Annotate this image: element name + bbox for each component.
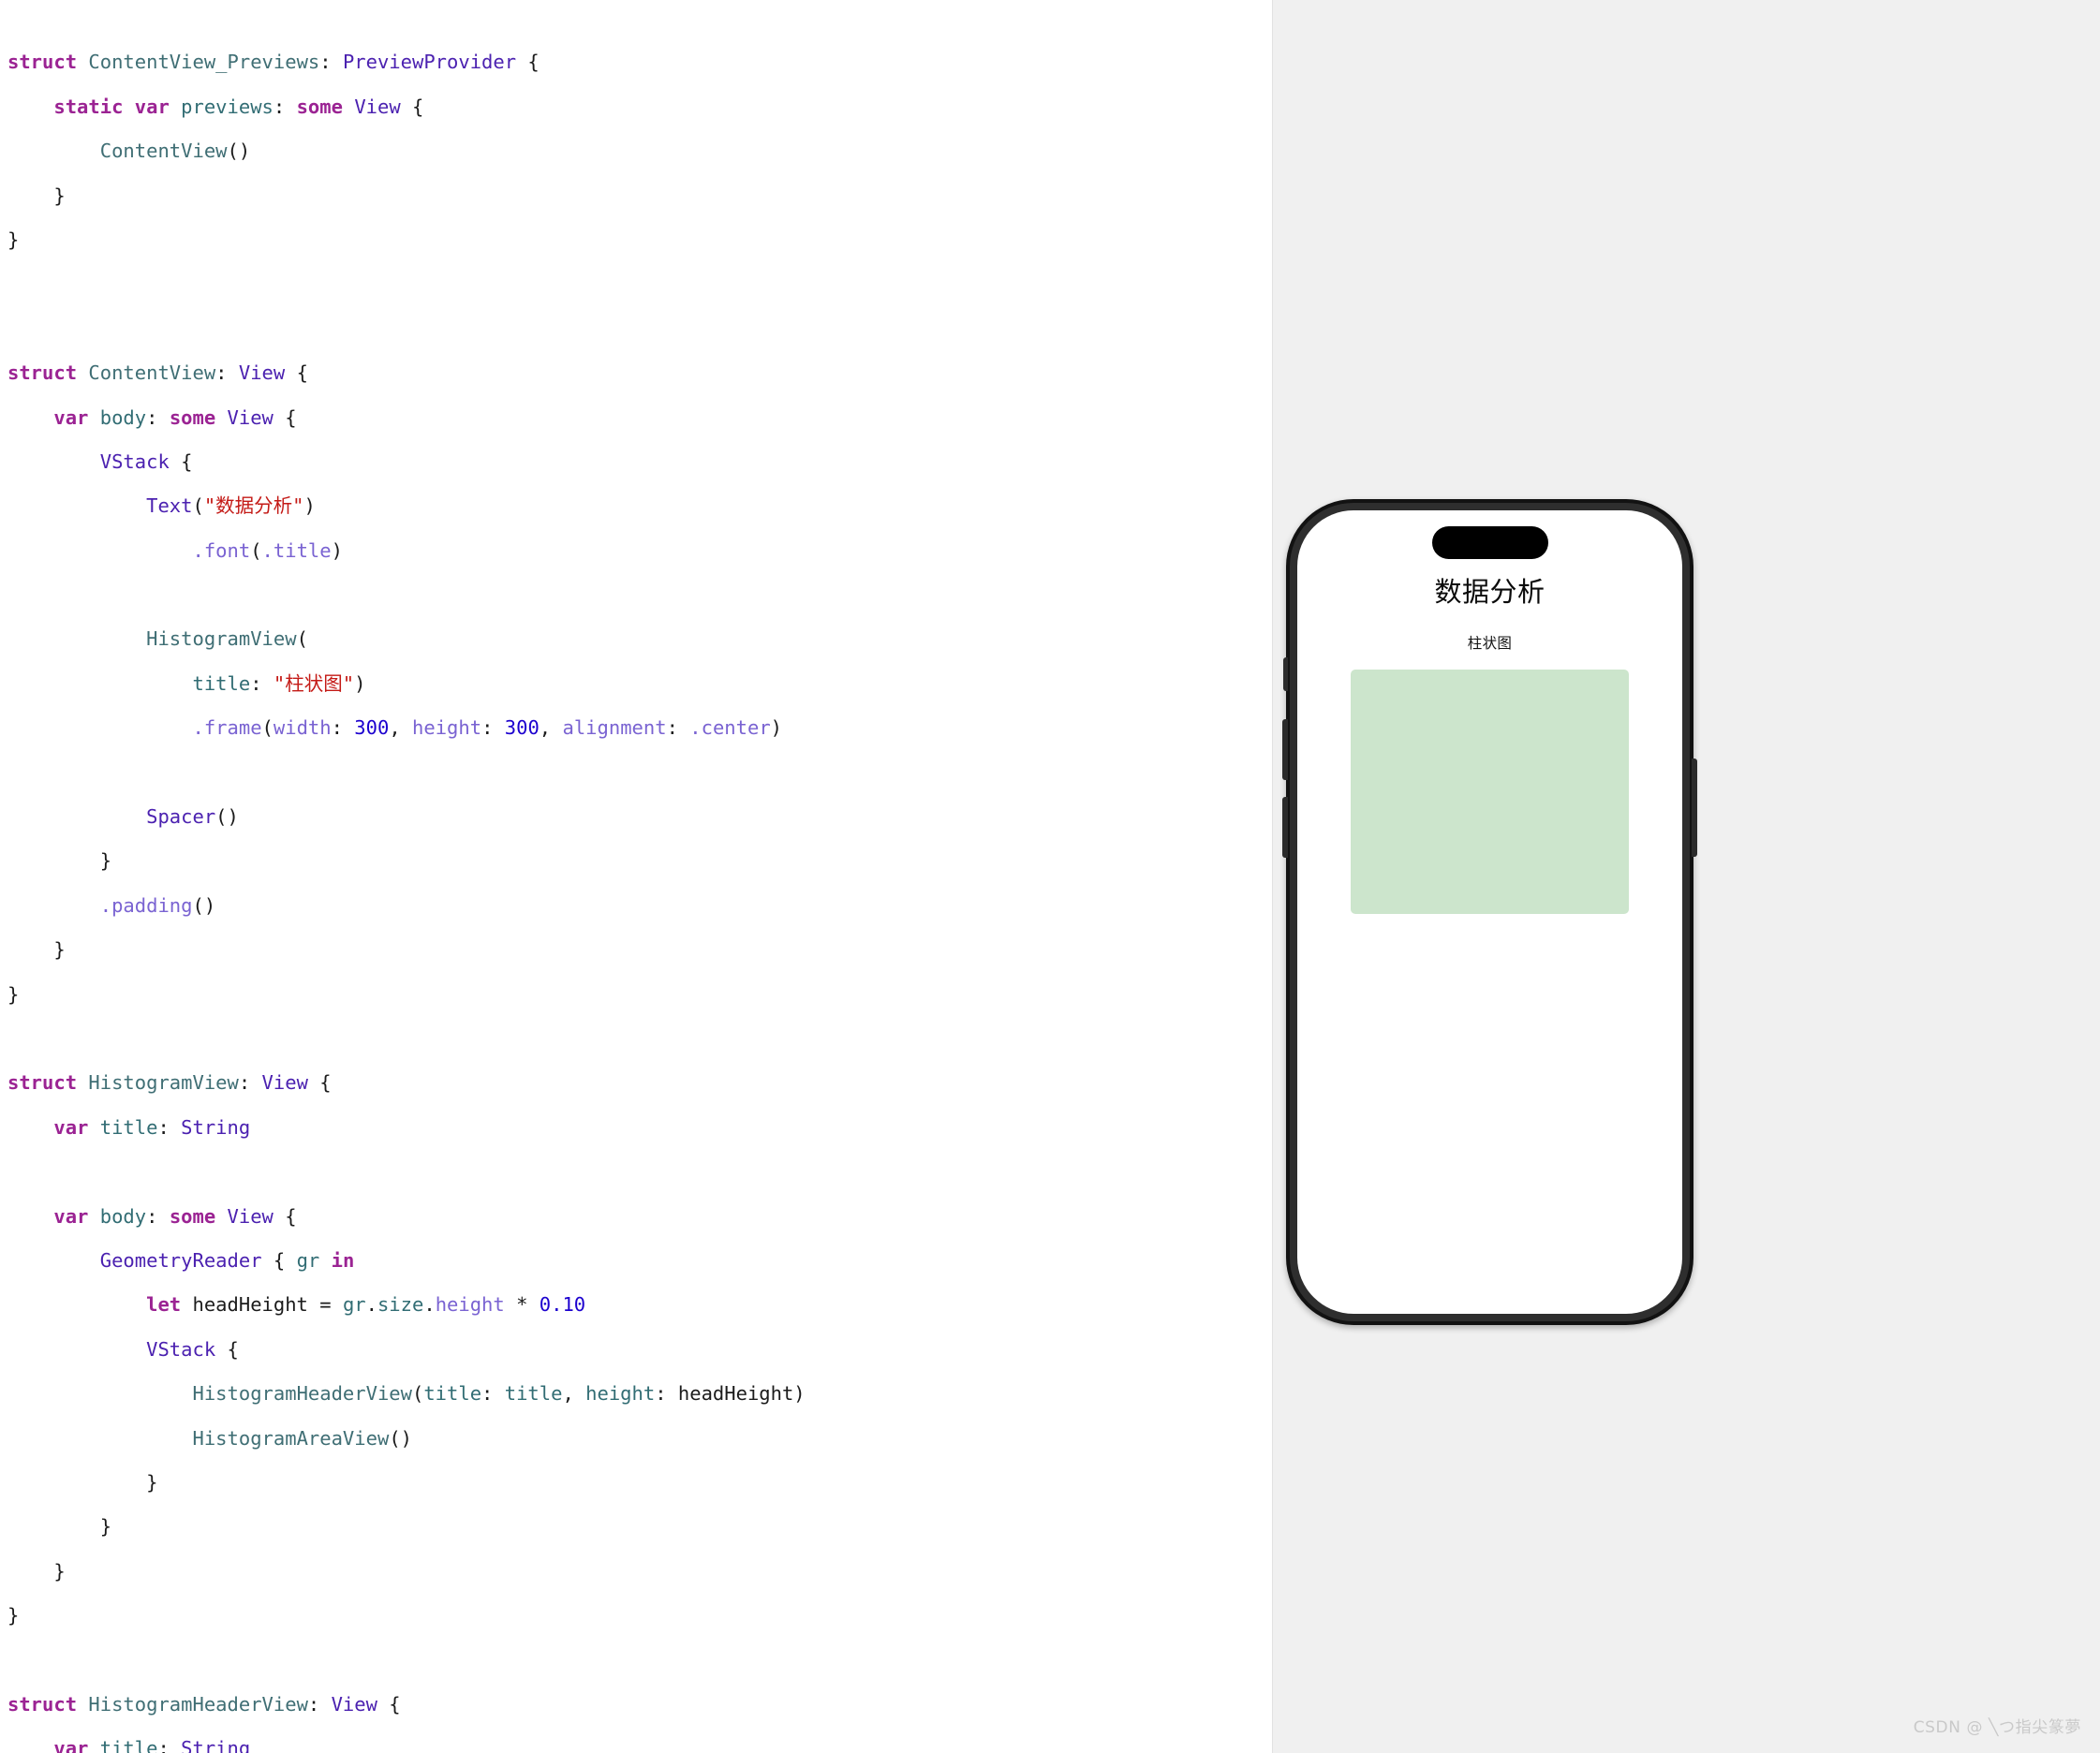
mute-switch-button[interactable] <box>1283 657 1288 691</box>
preview-canvas-pane[interactable]: 数据分析 柱状图 CSDN @ ╲つ指尖篆夢 <box>1272 0 2100 1753</box>
watermark-text: CSDN @ ╲つ指尖篆夢 <box>1913 1718 2081 1737</box>
code-line: static var previews: some View { <box>53 95 424 118</box>
code-editor-pane[interactable]: struct ContentView_Previews: PreviewProv… <box>0 0 1272 1753</box>
volume-up-button[interactable] <box>1282 719 1288 780</box>
code-line: struct ContentView: View { <box>7 361 308 385</box>
code-line: GeometryReader { gr in <box>99 1248 355 1272</box>
code-line: HistogramView( <box>146 627 308 651</box>
volume-down-button[interactable] <box>1282 797 1288 858</box>
code-line: var title: String <box>53 1737 251 1753</box>
code-line: let headHeight = gr.size.height * 0.10 <box>146 1293 586 1317</box>
code-line: struct ContentView_Previews: PreviewProv… <box>7 51 540 74</box>
code-line: } <box>7 1559 66 1583</box>
code-line: var body: some View { <box>53 1204 297 1228</box>
code-line: } <box>7 982 20 1006</box>
code-line: .frame(width: 300, height: 300, alignmen… <box>192 716 783 740</box>
device-screen[interactable]: 数据分析 柱状图 <box>1297 510 1682 1314</box>
code-line: } <box>7 228 20 251</box>
device-preview[interactable]: 数据分析 柱状图 <box>1282 499 1697 1325</box>
app-root: struct ContentView_Previews: PreviewProv… <box>0 0 2100 1753</box>
code-line: var title: String <box>53 1115 251 1139</box>
code-line: HistogramAreaView() <box>192 1426 412 1450</box>
code-line: } <box>7 1515 112 1539</box>
code-line: } <box>7 184 66 207</box>
code-line: .font(.title) <box>192 538 343 562</box>
code-line: struct HistogramHeaderView: View { <box>7 1692 401 1716</box>
code-line: Spacer() <box>146 805 239 829</box>
code-line: Text("数据分析") <box>146 494 316 518</box>
code-line: title: "柱状图") <box>192 671 366 695</box>
page-title: 数据分析 <box>1434 576 1545 608</box>
code-line: VStack { <box>99 449 193 473</box>
code-line: HistogramHeaderView(title: title, height… <box>192 1382 806 1406</box>
code-line: struct HistogramView: View { <box>7 1071 332 1095</box>
code-line: ContentView() <box>99 140 251 163</box>
code-line: var body: some View { <box>53 405 297 429</box>
swift-source-code[interactable]: struct ContentView_Previews: PreviewProv… <box>7 7 1037 1753</box>
power-button[interactable] <box>1692 759 1697 857</box>
code-line: } <box>7 1604 20 1628</box>
histogram-area-view <box>1351 669 1629 914</box>
code-line: VStack { <box>146 1337 239 1361</box>
code-line: } <box>7 938 66 962</box>
code-line: } <box>7 1470 158 1494</box>
code-line: .padding() <box>99 893 216 917</box>
code-line: } <box>7 849 112 873</box>
swiftui-app-content: 数据分析 柱状图 <box>1297 510 1682 1314</box>
histogram-header-title: 柱状图 <box>1467 634 1513 652</box>
